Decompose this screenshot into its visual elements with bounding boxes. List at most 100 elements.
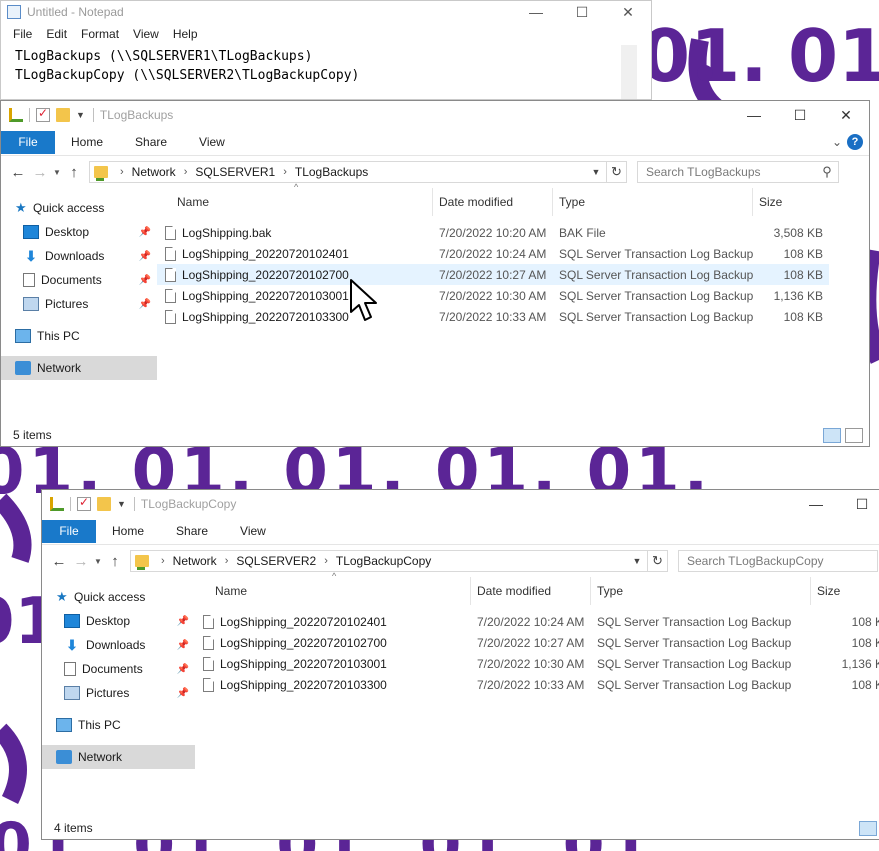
chevron-down-icon[interactable]: ▼ (117, 499, 126, 509)
table-row[interactable]: LogShipping_20220720103001 7/20/2022 10:… (157, 285, 829, 306)
column-header-name[interactable]: Name (157, 188, 433, 216)
tab-file[interactable]: File (42, 519, 96, 543)
breadcrumb-sqlserver2[interactable]: SQLSERVER2 (236, 554, 316, 568)
breadcrumb-sqlserver1[interactable]: SQLSERVER1 (195, 165, 275, 179)
breadcrumb-network[interactable]: Network (132, 165, 176, 179)
sidebar-item-network[interactable]: Network (1, 356, 157, 380)
breadcrumb-network[interactable]: Network (173, 554, 217, 568)
refresh-icon[interactable]: ↻ (647, 551, 667, 571)
table-row[interactable]: LogShipping_20220720102401 7/20/2022 10:… (195, 611, 879, 632)
column-header-type[interactable]: Type (591, 577, 811, 605)
new-folder-icon[interactable] (56, 108, 70, 122)
back-arrow-icon[interactable]: ← (48, 553, 70, 570)
breadcrumb-separator-icon[interactable]: › (161, 555, 165, 567)
sidebar-item-pictures[interactable]: Pictures 📌 (1, 292, 157, 316)
expand-ribbon-icon[interactable]: ⌄ (827, 135, 847, 149)
column-header-date[interactable]: Date modified (433, 188, 553, 216)
sidebar-item-quick-access[interactable]: ★ Quick access (42, 585, 195, 609)
menu-help[interactable]: Help (173, 27, 198, 41)
maximize-button[interactable]: ☐ (839, 496, 879, 513)
breadcrumb-separator-icon[interactable]: › (324, 555, 328, 567)
column-header-name[interactable]: Name (195, 577, 471, 605)
address-bar[interactable]: › Network › SQLSERVER2 › TLogBackupCopy … (130, 550, 668, 572)
minimize-button[interactable]: — (793, 496, 839, 512)
tab-share[interactable]: Share (160, 524, 224, 538)
sidebar-item-network[interactable]: Network (42, 745, 195, 769)
maximize-button[interactable]: ☐ (559, 4, 605, 21)
tab-view[interactable]: View (183, 135, 241, 149)
sidebar-item-desktop[interactable]: Desktop 📌 (42, 609, 195, 633)
table-row[interactable]: LogShipping_20220720103300 7/20/2022 10:… (157, 306, 829, 327)
up-arrow-icon[interactable]: ↑ (104, 553, 126, 570)
table-row[interactable]: LogShipping_20220720102401 7/20/2022 10:… (157, 243, 829, 264)
tab-share[interactable]: Share (119, 135, 183, 149)
sidebar-item-quick-access[interactable]: ★ Quick access (1, 196, 157, 220)
column-header-date[interactable]: Date modified (471, 577, 591, 605)
breadcrumb-separator-icon[interactable]: › (184, 166, 188, 178)
tab-view[interactable]: View (224, 524, 282, 538)
table-row[interactable]: LogShipping_20220720102700 7/20/2022 10:… (195, 632, 879, 653)
column-header-type[interactable]: Type (553, 188, 753, 216)
up-arrow-icon[interactable]: ↑ (63, 164, 85, 181)
column-header-size[interactable]: Size (753, 188, 829, 216)
sidebar-item-downloads[interactable]: ⬇ Downloads 📌 (1, 244, 157, 268)
minimize-button[interactable]: — (513, 4, 559, 20)
details-view-icon[interactable] (823, 427, 841, 443)
tab-file[interactable]: File (1, 130, 55, 154)
menu-format[interactable]: Format (81, 27, 119, 41)
back-arrow-icon[interactable]: ← (7, 164, 29, 181)
close-button[interactable]: ✕ (823, 107, 869, 124)
breadcrumb-separator-icon[interactable]: › (225, 555, 229, 567)
notepad-text-area[interactable]: TLogBackups (\\SQLSERVER1\TLogBackups) TL… (1, 45, 651, 85)
checkmark-icon[interactable] (77, 495, 91, 511)
table-row[interactable]: LogShipping_20220720102700 7/20/2022 10:… (157, 264, 829, 285)
recent-locations-chevron-icon[interactable]: ▼ (51, 168, 63, 177)
menu-file[interactable]: File (13, 27, 32, 41)
sidebar-item-this-pc[interactable]: This PC (1, 324, 157, 348)
breadcrumb-separator-icon[interactable]: › (120, 166, 124, 178)
details-view-icon[interactable] (859, 820, 877, 836)
address-dropdown-icon[interactable]: ▼ (627, 556, 647, 566)
table-row[interactable]: LogShipping_20220720103300 7/20/2022 10:… (195, 674, 879, 695)
navigation-pane: ★ Quick access Desktop 📌 ⬇ Downloads 📌 Docum… (42, 577, 195, 769)
table-row[interactable]: LogShipping_20220720103001 7/20/2022 10:… (195, 653, 879, 674)
breadcrumb-tlogbackups[interactable]: TLogBackups (295, 165, 368, 179)
search-icon[interactable]: ⚲ (816, 164, 838, 180)
sidebar-item-pictures[interactable]: Pictures 📌 (42, 681, 195, 705)
sidebar-item-documents[interactable]: Documents 📌 (42, 657, 195, 681)
column-header-size[interactable]: Size (811, 577, 871, 605)
chevron-down-icon[interactable]: ▼ (76, 110, 85, 120)
breadcrumb-separator-icon[interactable]: › (283, 166, 287, 178)
tab-home[interactable]: Home (96, 524, 160, 538)
tab-home[interactable]: Home (55, 135, 119, 149)
close-button[interactable]: ✕ (605, 4, 651, 21)
table-row[interactable]: LogShipping.bak 7/20/2022 10:20 AM BAK F… (157, 222, 829, 243)
forward-arrow-icon[interactable]: → (29, 164, 51, 181)
forward-arrow-icon[interactable]: → (70, 553, 92, 570)
recent-locations-chevron-icon[interactable]: ▼ (92, 557, 104, 566)
address-bar[interactable]: › Network › SQLSERVER1 › TLogBackups ▼ ↻ (89, 161, 627, 183)
help-icon[interactable]: ? (847, 134, 863, 150)
maximize-button[interactable]: ☐ (777, 107, 823, 124)
minimize-button[interactable]: — (731, 107, 777, 123)
properties-icon[interactable] (50, 497, 64, 511)
checkmark-icon[interactable] (36, 106, 50, 122)
breadcrumb-tlogbackupcopy[interactable]: TLogBackupCopy (336, 554, 431, 568)
sidebar-item-this-pc[interactable]: This PC (42, 713, 195, 737)
search-box[interactable]: Search TLogBackups ⚲ (637, 161, 839, 183)
vertical-scrollbar[interactable] (621, 45, 637, 99)
menu-edit[interactable]: Edit (46, 27, 67, 41)
sidebar-item-desktop[interactable]: Desktop 📌 (1, 220, 157, 244)
file-icon (165, 309, 176, 324)
sidebar-item-documents[interactable]: Documents 📌 (1, 268, 157, 292)
address-dropdown-icon[interactable]: ▼ (586, 167, 606, 177)
file-size: 1,136 K (841, 656, 879, 671)
sidebar-item-downloads[interactable]: ⬇ Downloads 📌 (42, 633, 195, 657)
properties-icon[interactable] (9, 108, 23, 122)
large-icons-view-icon[interactable] (845, 427, 863, 443)
search-box[interactable]: Search TLogBackupCopy (678, 550, 878, 572)
new-folder-icon[interactable] (97, 497, 111, 511)
refresh-icon[interactable]: ↻ (606, 162, 626, 182)
menu-view[interactable]: View (133, 27, 159, 41)
file-name: LogShipping_20220720103001 (182, 288, 349, 303)
